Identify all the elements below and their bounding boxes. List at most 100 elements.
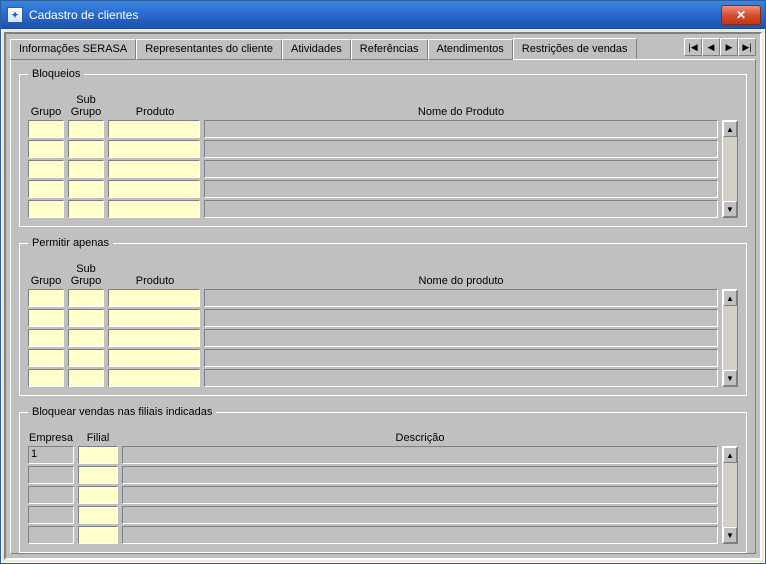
nome-produto-field	[204, 349, 718, 367]
grupo-input[interactable]	[28, 309, 64, 327]
grupo-input[interactable]	[28, 160, 64, 178]
produto-input[interactable]	[108, 120, 200, 138]
table-row	[28, 160, 718, 178]
table-row	[28, 506, 718, 524]
scroll-up-icon[interactable]: ▲	[723, 290, 737, 306]
produto-input[interactable]	[108, 329, 200, 347]
tab-informacoes-serasa[interactable]: Informações SERASA	[10, 39, 136, 60]
produto-input[interactable]	[108, 289, 200, 307]
hdr-grupo: Grupo	[28, 275, 64, 287]
table-row	[28, 466, 718, 484]
descricao-field	[122, 446, 718, 464]
hdr-empresa: Empresa	[28, 432, 74, 444]
grupo-input[interactable]	[28, 369, 64, 387]
subgrupo-input[interactable]	[68, 140, 104, 158]
produto-input[interactable]	[108, 160, 200, 178]
titlebar: ✦ Cadastro de clientes ✕	[1, 1, 765, 29]
empresa-field[interactable]	[28, 526, 74, 544]
filial-input[interactable]	[78, 526, 118, 544]
table-row	[28, 526, 718, 544]
tab-referencias[interactable]: Referências	[351, 39, 428, 60]
tab-representantes[interactable]: Representantes do cliente	[136, 39, 282, 60]
filiais-scrollbar[interactable]: ▲ ▼	[722, 446, 738, 544]
nav-last-button[interactable]: ▶|	[738, 38, 756, 56]
filial-input[interactable]	[78, 446, 118, 464]
tabs: Informações SERASA Representantes do cli…	[10, 38, 684, 59]
descricao-field	[122, 466, 718, 484]
nav-first-button[interactable]: |◀	[684, 38, 702, 56]
scroll-down-icon[interactable]: ▼	[723, 370, 737, 386]
bloqueios-scrollbar[interactable]: ▲ ▼	[722, 120, 738, 218]
produto-input[interactable]	[108, 349, 200, 367]
nome-produto-field	[204, 160, 718, 178]
group-bloqueios-legend: Bloqueios	[28, 68, 84, 80]
table-row	[28, 309, 718, 327]
scroll-up-icon[interactable]: ▲	[723, 447, 737, 463]
group-permitir: Permitir apenas Grupo Sub Grupo Produto …	[19, 237, 747, 396]
table-row	[28, 369, 718, 387]
tab-row: Informações SERASA Representantes do cli…	[10, 38, 756, 59]
nome-produto-field	[204, 140, 718, 158]
subgrupo-input[interactable]	[68, 289, 104, 307]
subgrupo-input[interactable]	[68, 120, 104, 138]
grupo-input[interactable]	[28, 120, 64, 138]
descricao-field	[122, 486, 718, 504]
filial-input[interactable]	[78, 506, 118, 524]
subgrupo-input[interactable]	[68, 329, 104, 347]
descricao-field	[122, 506, 718, 524]
empresa-field[interactable]	[28, 506, 74, 524]
produto-input[interactable]	[108, 200, 200, 218]
subgrupo-input[interactable]	[68, 200, 104, 218]
grupo-input[interactable]	[28, 289, 64, 307]
close-button[interactable]: ✕	[721, 5, 761, 25]
subgrupo-input[interactable]	[68, 369, 104, 387]
produto-input[interactable]	[108, 140, 200, 158]
tab-atividades[interactable]: Atividades	[282, 39, 351, 60]
grupo-input[interactable]	[28, 349, 64, 367]
group-bloquear-filiais-legend: Bloquear vendas nas filiais indicadas	[28, 406, 216, 418]
group-bloqueios: Bloqueios Grupo Sub Grupo Produto Nome d…	[19, 68, 747, 227]
subgrupo-input[interactable]	[68, 309, 104, 327]
grupo-input[interactable]	[28, 140, 64, 158]
window-frame: ✦ Cadastro de clientes ✕ Informações SER…	[0, 0, 766, 564]
permitir-rows	[28, 289, 718, 387]
hdr-produto: Produto	[108, 275, 200, 287]
bloqueios-rows	[28, 120, 718, 218]
scroll-down-icon[interactable]: ▼	[723, 201, 737, 217]
filial-input[interactable]	[78, 466, 118, 484]
grupo-input[interactable]	[28, 180, 64, 198]
hdr-grupo: Grupo	[28, 106, 64, 118]
produto-input[interactable]	[108, 369, 200, 387]
empresa-field[interactable]	[28, 466, 74, 484]
table-row: 1	[28, 446, 718, 464]
tab-restricoes-vendas[interactable]: Restrições de vendas	[513, 38, 637, 59]
table-row	[28, 200, 718, 218]
nav-next-button[interactable]: ▶	[720, 38, 738, 56]
scroll-up-icon[interactable]: ▲	[723, 121, 737, 137]
subgrupo-input[interactable]	[68, 160, 104, 178]
table-row	[28, 289, 718, 307]
nome-produto-field	[204, 120, 718, 138]
hdr-nome-produto: Nome do Produto	[204, 106, 718, 118]
table-row	[28, 486, 718, 504]
nome-produto-field	[204, 200, 718, 218]
produto-input[interactable]	[108, 180, 200, 198]
empresa-field[interactable]: 1	[28, 446, 74, 464]
filiais-rows-wrap: 1	[28, 446, 738, 544]
nome-produto-field	[204, 309, 718, 327]
tab-atendimentos[interactable]: Atendimentos	[428, 39, 513, 60]
grupo-input[interactable]	[28, 329, 64, 347]
hdr-produto: Produto	[108, 106, 200, 118]
produto-input[interactable]	[108, 309, 200, 327]
grupo-input[interactable]	[28, 200, 64, 218]
empresa-field[interactable]	[28, 486, 74, 504]
subgrupo-input[interactable]	[68, 349, 104, 367]
nav-prev-button[interactable]: ◀	[702, 38, 720, 56]
permitir-scrollbar[interactable]: ▲ ▼	[722, 289, 738, 387]
subgrupo-input[interactable]	[68, 180, 104, 198]
filial-input[interactable]	[78, 486, 118, 504]
nome-produto-field	[204, 180, 718, 198]
permitir-rows-wrap: ▲ ▼	[28, 289, 738, 387]
scroll-down-icon[interactable]: ▼	[723, 527, 737, 543]
descricao-field	[122, 526, 718, 544]
